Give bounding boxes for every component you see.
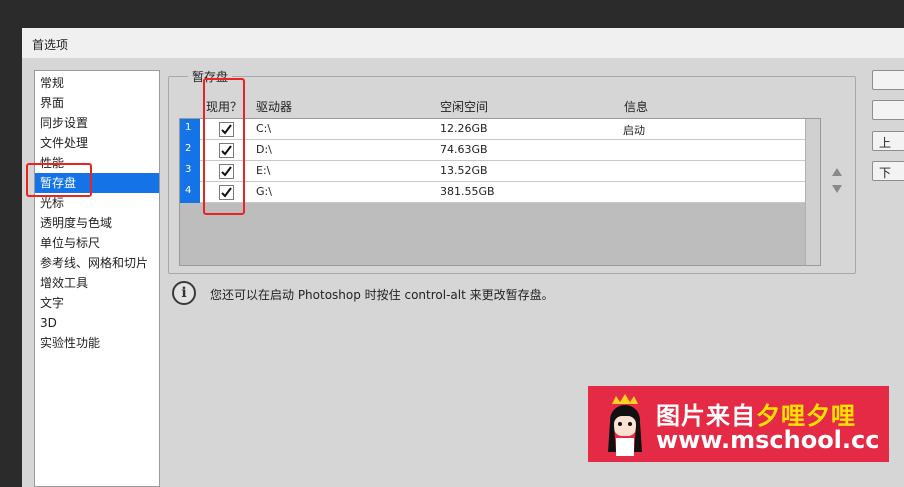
sidebar-item-sync-settings[interactable]: 同步设置 [35,113,159,133]
table-row[interactable]: 4 G:\ 381.55GB [180,182,805,203]
scratch-disk-table: 1 C:\ 12.26GB 启动 2 D:\ 74.63GB 3 E:\ 13.… [179,118,821,266]
sidebar-item-interface[interactable]: 界面 [35,93,159,113]
free-space-cell: 13.52GB [440,164,488,177]
drive-cell: G:\ [256,185,272,198]
sidebar-item-units-rulers[interactable]: 单位与标尺 [35,233,159,253]
free-space-cell: 381.55GB [440,185,495,198]
info-icon: i [172,281,196,305]
table-row[interactable]: 1 C:\ 12.26GB 启动 [180,119,805,140]
row-number: 1 [180,119,200,140]
highlight-box-sidebar [26,163,92,197]
free-space-cell: 74.63GB [440,143,488,156]
column-header-info: 信息 [624,100,649,114]
drive-cell: C:\ [256,122,272,135]
avatar-icon [608,394,642,456]
sidebar-item-transparency-gamut[interactable]: 透明度与色域 [35,213,159,233]
dialog-title: 首选项 [22,28,904,58]
sidebar-item-type[interactable]: 文字 [35,293,159,313]
sidebar-item-guides-grid-slices[interactable]: 参考线、网格和切片 [35,253,159,273]
table-row[interactable]: 3 E:\ 13.52GB [180,161,805,182]
sidebar-item-file-handling[interactable]: 文件处理 [35,133,159,153]
column-header-free-space: 空闲空间 [440,100,489,114]
next-button[interactable]: 下 [872,161,904,181]
drive-cell: E:\ [256,164,271,177]
row-number: 3 [180,161,200,182]
arrow-down-icon[interactable] [832,185,842,193]
drive-cell: D:\ [256,143,272,156]
table-row[interactable]: 2 D:\ 74.63GB [180,140,805,161]
sidebar-item-plugins[interactable]: 增效工具 [35,273,159,293]
row-number: 4 [180,182,200,203]
sidebar-item-3d[interactable]: 3D [35,313,159,333]
previous-button[interactable]: 上 [872,131,904,151]
preferences-sidebar: 常规 界面 同步设置 文件处理 性能 暂存盘 光标 透明度与色域 单位与标尺 参… [34,70,160,487]
preferences-dialog: 首选项 常规 界面 同步设置 文件处理 性能 暂存盘 光标 透明度与色域 单位与… [22,28,904,487]
cancel-button[interactable] [872,100,904,120]
sidebar-item-general[interactable]: 常规 [35,73,159,93]
info-cell: 启动 [623,124,645,137]
free-space-cell: 12.26GB [440,122,488,135]
watermark-banner: 图片来自夕哩夕哩 www.mschool.cc [588,386,889,462]
column-header-drive: 驱动器 [256,100,293,114]
hint-text: 您还可以在启动 Photoshop 时按住 control-alt 来更改暂存盘… [210,288,554,302]
arrow-up-icon[interactable] [832,168,842,176]
table-scrollbar[interactable] [805,119,820,265]
row-number: 2 [180,140,200,161]
sidebar-item-technology-previews[interactable]: 实验性功能 [35,333,159,353]
watermark-line2: www.mschool.cc [656,426,880,454]
highlight-box-active-column [203,78,245,215]
ok-button[interactable] [872,70,904,90]
